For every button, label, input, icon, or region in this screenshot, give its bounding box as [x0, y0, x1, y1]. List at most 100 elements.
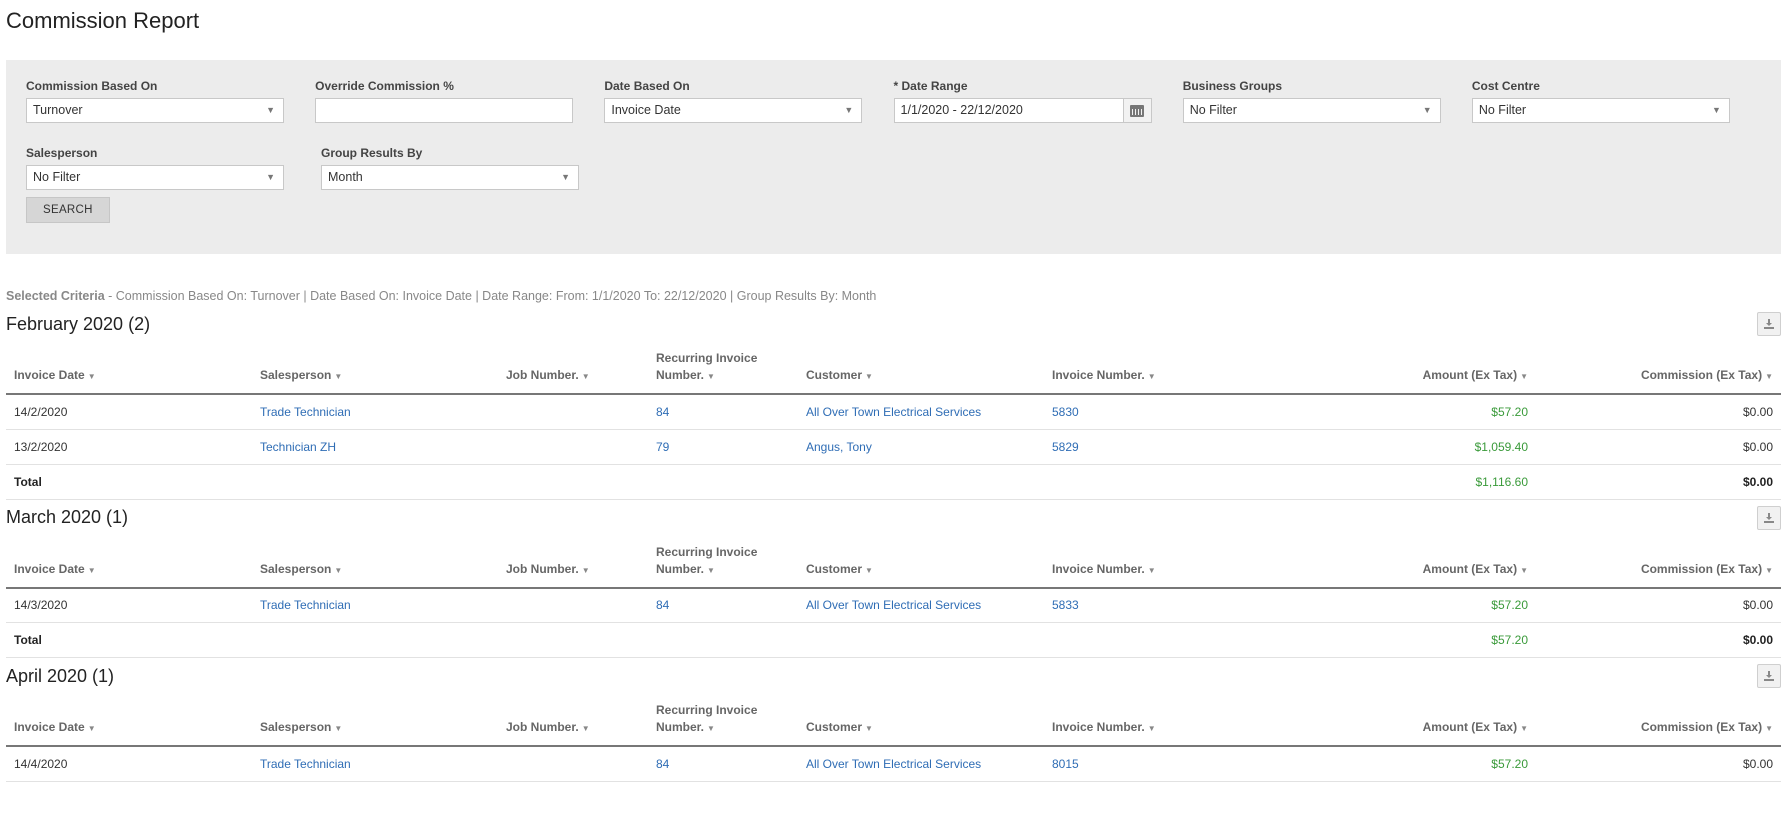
salesperson-link[interactable]: Trade Technician: [252, 587, 498, 623]
report-group: February 2020 (2) Invoice Date ▼ Salesper…: [6, 306, 1781, 500]
date-range-input[interactable]: 1/1/2020 - 22/12/2020: [895, 99, 1123, 122]
col-recurring-invoice-number[interactable]: Recurring Invoice Number. ▼: [648, 342, 798, 395]
report-table: Invoice Date ▼ Salesperson ▼ Job Number. ▼ …: [6, 694, 1781, 782]
invoice-number-link[interactable]: 8015: [1044, 746, 1290, 782]
empty-cell: [1044, 464, 1290, 500]
chevron-down-icon: ▼: [1711, 105, 1721, 115]
invoice-number-link[interactable]: 5833: [1044, 587, 1290, 623]
table-row: 14/3/2020 Trade Technician 84 All Over Town…: [6, 587, 1781, 623]
col-salesperson[interactable]: Salesperson ▼: [252, 694, 498, 747]
salesperson-link[interactable]: Trade Technician: [252, 746, 498, 782]
invoice-date-cell: 14/4/2020: [6, 746, 252, 782]
customer-link[interactable]: All Over Town Electrical Services: [798, 587, 1044, 623]
chevron-down-icon: ▼: [266, 105, 275, 115]
total-amount: $1,116.60: [1290, 464, 1536, 500]
date-picker-button[interactable]: [1122, 99, 1151, 122]
col-customer[interactable]: Customer ▼: [798, 342, 1044, 395]
download-button[interactable]: [1757, 505, 1781, 530]
total-commission: $0.00: [1536, 464, 1781, 500]
date-based-on-select[interactable]: Invoice Date ▼: [604, 98, 863, 123]
col-recurring-invoice-number[interactable]: Recurring Invoice Number. ▼: [648, 535, 798, 589]
commission-based-on-select[interactable]: Turnover ▼: [26, 98, 284, 123]
table-header-row: Invoice Date ▼ Salesperson ▼ Job Number. ▼ …: [6, 694, 1781, 747]
table-header-row: Invoice Date ▼ Salesperson ▼ Job Number. ▼ …: [6, 342, 1781, 395]
report-table: Invoice Date ▼ Salesperson ▼ Job Number. ▼ …: [6, 342, 1781, 500]
salesperson-link[interactable]: Technician ZH: [252, 429, 498, 465]
col-invoice-number[interactable]: Invoice Number. ▼: [1044, 535, 1290, 589]
col-job-number[interactable]: Job Number. ▼: [498, 694, 648, 747]
col-commission[interactable]: Commission (Ex Tax) ▼: [1536, 535, 1781, 589]
override-commission-input[interactable]: [315, 98, 574, 123]
page-title: Commission Report: [6, 8, 200, 33]
amount-cell: $57.20: [1290, 394, 1536, 430]
col-customer[interactable]: Customer ▼: [798, 535, 1044, 589]
download-icon: [1764, 671, 1774, 681]
cost-centre-select[interactable]: No Filter ▼: [1471, 98, 1730, 123]
salesperson-select[interactable]: No Filter ▼: [26, 165, 284, 190]
filter-group-results-by: Group Results By Month ▼: [321, 143, 616, 201]
recurring-invoice-link[interactable]: 79: [648, 429, 798, 465]
invoice-date-cell: 13/2/2020: [6, 429, 252, 465]
recurring-invoice-link[interactable]: 84: [648, 587, 798, 623]
col-invoice-number[interactable]: Invoice Number. ▼: [1044, 342, 1290, 395]
invoice-number-link[interactable]: 5830: [1044, 394, 1290, 430]
group-results-by-select[interactable]: Month ▼: [321, 165, 579, 190]
col-job-number[interactable]: Job Number. ▼: [498, 342, 648, 395]
sort-icon: ▼: [87, 724, 96, 733]
salesperson-link[interactable]: Trade Technician: [252, 394, 498, 430]
invoice-number-link[interactable]: 5829: [1044, 429, 1290, 465]
col-recurring-invoice-number[interactable]: Recurring Invoice Number. ▼: [648, 694, 798, 747]
commission-cell: $0.00: [1536, 746, 1781, 782]
col-customer[interactable]: Customer ▼: [798, 694, 1044, 747]
col-salesperson[interactable]: Salesperson ▼: [252, 342, 498, 395]
customer-link[interactable]: Angus, Tony: [798, 429, 1044, 465]
col-amount[interactable]: Amount (Ex Tax) ▼: [1290, 535, 1536, 589]
sort-icon: ▼: [865, 372, 873, 381]
download-button[interactable]: [1757, 312, 1781, 336]
col-invoice-date[interactable]: Invoice Date ▼: [6, 694, 252, 747]
recurring-invoice-link[interactable]: 84: [648, 394, 798, 430]
col-amount[interactable]: Amount (Ex Tax) ▼: [1290, 342, 1536, 395]
date-range-field: 1/1/2020 - 22/12/2020: [893, 98, 1152, 123]
selected-criteria-text: - Commission Based On: Turnover | Date B…: [104, 289, 877, 303]
sort-icon: ▼: [707, 372, 715, 381]
sort-icon: ▼: [334, 565, 343, 575]
filter-cost-centre: Cost Centre No Filter ▼: [1471, 76, 1761, 143]
col-amount[interactable]: Amount (Ex Tax) ▼: [1290, 694, 1536, 747]
download-icon: [1764, 512, 1774, 523]
report-groups: February 2020 (2) Invoice Date ▼ Salesper…: [6, 306, 1781, 782]
sort-icon: ▼: [1147, 565, 1156, 575]
col-commission[interactable]: Commission (Ex Tax) ▼: [1536, 694, 1781, 747]
sort-icon: ▼: [865, 724, 873, 733]
customer-link[interactable]: All Over Town Electrical Services: [798, 746, 1044, 782]
recurring-invoice-link[interactable]: 84: [648, 746, 798, 782]
col-invoice-date[interactable]: Invoice Date ▼: [6, 535, 252, 589]
group-header: March 2020 (1): [6, 500, 1781, 536]
sort-icon: ▼: [334, 372, 343, 381]
chevron-down-icon: ▼: [266, 172, 275, 182]
filter-salesperson: Salesperson No Filter ▼: [26, 143, 321, 201]
business-groups-select[interactable]: No Filter ▼: [1182, 98, 1441, 123]
sort-icon: ▼: [334, 724, 343, 733]
col-invoice-number[interactable]: Invoice Number. ▼: [1044, 694, 1290, 747]
filter-override-commission: Override Commission %: [315, 76, 604, 143]
total-row: Total $57.20 $0.00: [6, 622, 1781, 658]
date-range-label: * Date Range: [893, 79, 968, 93]
group-header: April 2020 (1): [6, 658, 1781, 694]
amount-cell: $1,059.40: [1290, 429, 1536, 465]
empty-cell: [1044, 622, 1290, 658]
empty-cell: [798, 622, 1044, 658]
col-salesperson[interactable]: Salesperson ▼: [252, 535, 498, 589]
customer-link[interactable]: All Over Town Electrical Services: [798, 394, 1044, 430]
report-table: Invoice Date ▼ Salesperson ▼ Job Number. ▼ …: [6, 535, 1781, 658]
download-button[interactable]: [1757, 664, 1781, 688]
invoice-date-cell: 14/2/2020: [6, 394, 252, 430]
group-results-by-value: Month: [328, 170, 363, 184]
col-invoice-date[interactable]: Invoice Date ▼: [6, 342, 252, 395]
invoice-date-cell: 14/3/2020: [6, 587, 252, 623]
col-job-number[interactable]: Job Number. ▼: [498, 535, 648, 589]
group-title: April 2020 (1): [6, 665, 115, 686]
col-commission[interactable]: Commission (Ex Tax) ▼: [1536, 342, 1781, 395]
search-button[interactable]: SEARCH: [26, 197, 110, 223]
total-row: Total $1,116.60 $0.00: [6, 464, 1781, 500]
